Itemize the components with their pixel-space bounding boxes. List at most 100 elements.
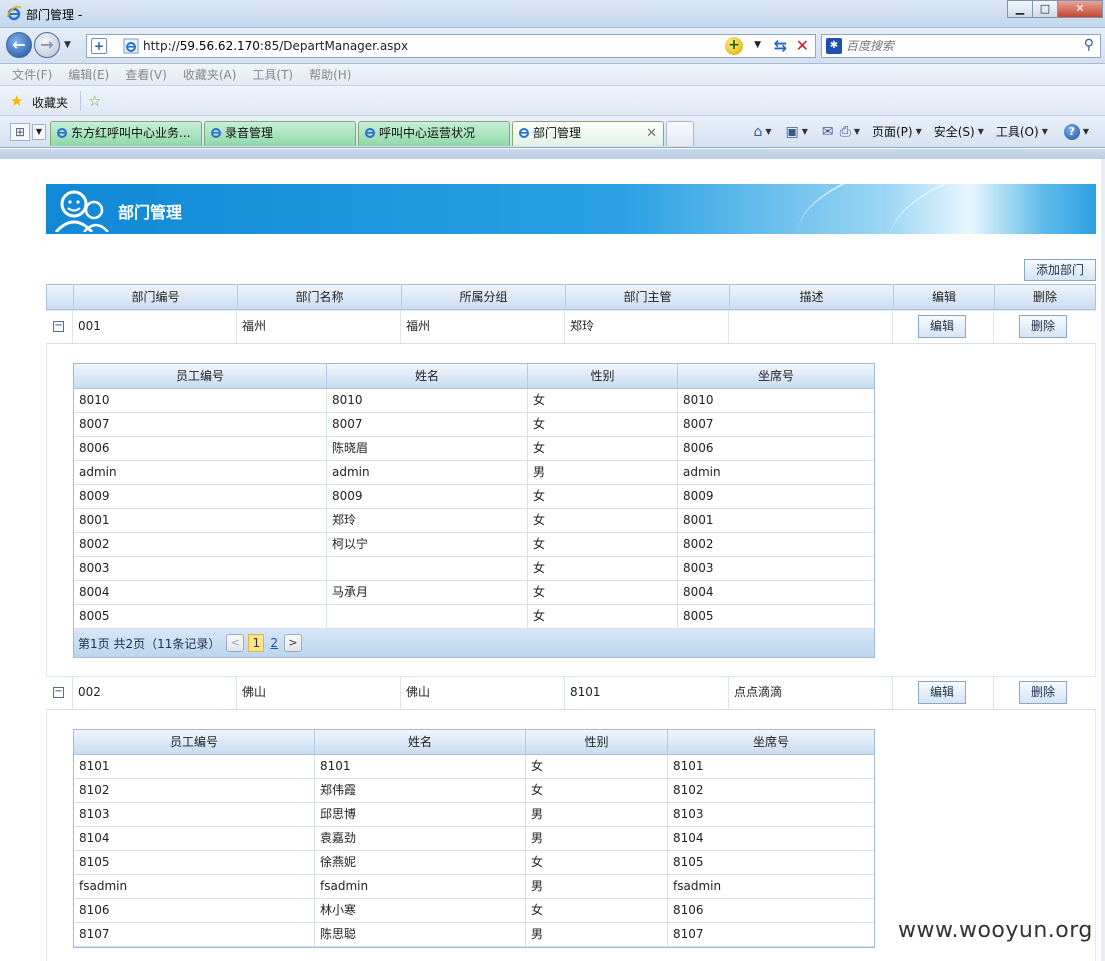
search-box[interactable]: ✱ ⚲ bbox=[821, 34, 1101, 58]
safety-dropdown-icon[interactable]: ▼ bbox=[978, 127, 984, 136]
menu-edit[interactable]: 编辑(E) bbox=[68, 64, 109, 85]
ie-page-icon bbox=[211, 128, 221, 138]
tab-department-management[interactable]: 部门管理 ✕ bbox=[512, 121, 664, 146]
home-icon[interactable]: ⌂ bbox=[753, 124, 762, 140]
safety-menu[interactable]: 安全(S) bbox=[934, 123, 975, 140]
emp-seat: 8007 bbox=[677, 413, 874, 436]
address-bar[interactable]: + http://59.56.62.170:85/DepartManager.a… bbox=[86, 34, 816, 58]
stop-icon[interactable]: ✕ bbox=[796, 36, 809, 55]
delete-cell: 删除 bbox=[993, 311, 1094, 343]
header-gender: 性别 bbox=[525, 730, 667, 754]
next-page-button[interactable]: > bbox=[284, 634, 302, 652]
emp-gender: 女 bbox=[527, 509, 677, 532]
search-icon[interactable]: ⚲ bbox=[1084, 37, 1094, 53]
emp-seat: 8002 bbox=[677, 533, 874, 556]
header-seat: 坐席号 bbox=[667, 730, 874, 754]
menu-tools[interactable]: 工具(T) bbox=[252, 64, 293, 85]
feeds-dropdown-icon[interactable]: ▼ bbox=[802, 127, 808, 136]
header-delete: 删除 bbox=[994, 285, 1095, 309]
maximize-button[interactable]: □ bbox=[1032, 0, 1058, 18]
mail-icon[interactable]: ✉ bbox=[822, 124, 834, 140]
help-dropdown-icon[interactable]: ▼ bbox=[1083, 127, 1089, 136]
back-button[interactable]: ← bbox=[6, 32, 32, 58]
ie-logo-icon bbox=[6, 5, 22, 21]
header-edit: 编辑 bbox=[893, 285, 994, 309]
delete-button[interactable]: 删除 bbox=[1019, 681, 1067, 704]
emp-seat: 8107 bbox=[667, 923, 874, 946]
emp-gender: 女 bbox=[527, 413, 677, 436]
minimize-button[interactable]: ▁ bbox=[1007, 0, 1033, 18]
emp-gender: 女 bbox=[527, 437, 677, 460]
tab-list-dropdown-icon[interactable]: ▼ bbox=[32, 124, 46, 140]
collapse-icon[interactable]: − bbox=[53, 321, 64, 332]
history-dropdown-icon[interactable]: ▼ bbox=[64, 40, 71, 50]
prev-page-button[interactable]: < bbox=[226, 634, 245, 652]
print-dropdown-icon[interactable]: ▼ bbox=[854, 127, 860, 136]
help-icon[interactable]: ? bbox=[1063, 123, 1080, 140]
edit-button[interactable]: 编辑 bbox=[918, 681, 966, 704]
url-dropdown-icon[interactable]: ▼ bbox=[754, 40, 761, 50]
home-dropdown-icon[interactable]: ▼ bbox=[765, 127, 771, 136]
emp-name: 郑伟霞 bbox=[314, 779, 525, 802]
add-department-button[interactable]: 添加部门 bbox=[1024, 259, 1096, 281]
menu-file[interactable]: 文件(F) bbox=[12, 64, 52, 85]
delete-button[interactable]: 删除 bbox=[1019, 315, 1067, 338]
current-page: 1 bbox=[248, 634, 265, 652]
page-link-2[interactable]: 2 bbox=[270, 636, 278, 650]
tab-bar: ⊞ ▼ 东方红呼叫中心业务... 录音管理 呼叫中心运营状况 部门管理 ✕ ⌂ ▼… bbox=[0, 116, 1105, 148]
tab-call-center-business[interactable]: 东方红呼叫中心业务... bbox=[50, 121, 202, 146]
new-tab-button[interactable] bbox=[666, 121, 694, 146]
add-to-favorites-bar-icon[interactable]: ☆ bbox=[88, 92, 101, 110]
search-input[interactable] bbox=[846, 38, 1076, 54]
favorites-button[interactable]: 收藏夹 bbox=[32, 94, 68, 111]
tab-operations-status[interactable]: 呼叫中心运营状况 bbox=[358, 121, 510, 146]
dept-group: 佛山 bbox=[400, 677, 564, 709]
emp-gender: 男 bbox=[527, 461, 677, 484]
users-icon bbox=[54, 190, 109, 232]
emp-name: 柯以宁 bbox=[326, 533, 527, 556]
url-text[interactable]: http://59.56.62.170:85/DepartManager.asp… bbox=[143, 39, 408, 53]
table-row: 8009 8009 女 8009 bbox=[74, 485, 874, 509]
page-ie-icon bbox=[123, 38, 139, 54]
page-header-banner: 部门管理 bbox=[46, 184, 1096, 234]
collapse-icon[interactable]: − bbox=[53, 687, 64, 698]
emp-gender: 女 bbox=[525, 851, 667, 874]
forward-button[interactable]: → bbox=[34, 32, 60, 58]
refresh-icon[interactable]: ⇆ bbox=[774, 36, 787, 55]
feeds-icon[interactable]: ▣ bbox=[785, 124, 798, 140]
menu-help[interactable]: 帮助(H) bbox=[309, 64, 351, 85]
page-dropdown-icon[interactable]: ▼ bbox=[916, 127, 922, 136]
emp-seat: 8006 bbox=[677, 437, 874, 460]
employee-table-header: 员工编号 姓名 性别 坐席号 bbox=[74, 364, 874, 389]
edit-button[interactable]: 编辑 bbox=[918, 315, 966, 338]
add-favorite-small-icon[interactable]: + bbox=[91, 38, 107, 54]
close-window-button[interactable]: ✕ bbox=[1057, 0, 1103, 18]
favorites-bar: ★ 收藏夹 ☆ bbox=[0, 86, 1105, 116]
menu-view[interactable]: 查看(V) bbox=[125, 64, 167, 85]
tab-label: 部门管理 bbox=[533, 126, 582, 140]
emp-id: 8005 bbox=[79, 609, 110, 623]
ie-page-icon bbox=[365, 128, 375, 138]
department-row: − 002 佛山 佛山 8101 点点滴滴 编辑 删除 bbox=[46, 676, 1096, 710]
print-icon[interactable]: ⎙ bbox=[840, 124, 851, 140]
menu-favorites[interactable]: 收藏夹(A) bbox=[183, 64, 237, 85]
tab-recording-management[interactable]: 录音管理 bbox=[204, 121, 356, 146]
tab-label: 录音管理 bbox=[225, 126, 274, 140]
department-row: − 001 福州 福州 郑玲 编辑 删除 bbox=[46, 310, 1096, 344]
compat-view-icon[interactable]: + bbox=[725, 37, 743, 55]
emp-gender: 男 bbox=[525, 803, 667, 826]
emp-name: 陈思聪 bbox=[314, 923, 525, 946]
close-tab-icon[interactable]: ✕ bbox=[646, 122, 657, 145]
tools-dropdown-icon[interactable]: ▼ bbox=[1042, 127, 1048, 136]
dept-id: 001 bbox=[72, 311, 236, 343]
expand-cell: − bbox=[46, 311, 72, 343]
quick-tabs-icon[interactable]: ⊞ bbox=[10, 123, 30, 141]
page-menu[interactable]: 页面(P) bbox=[872, 123, 913, 140]
dept-manager: 8101 bbox=[564, 677, 728, 709]
emp-name: 袁嘉劲 bbox=[314, 827, 525, 850]
emp-seat: 8004 bbox=[677, 581, 874, 604]
favorites-star-icon[interactable]: ★ bbox=[10, 92, 23, 110]
tools-menu[interactable]: 工具(O) bbox=[996, 123, 1039, 140]
vertical-scrollbar[interactable] bbox=[1101, 159, 1105, 961]
emp-id: 8002 bbox=[79, 537, 110, 551]
